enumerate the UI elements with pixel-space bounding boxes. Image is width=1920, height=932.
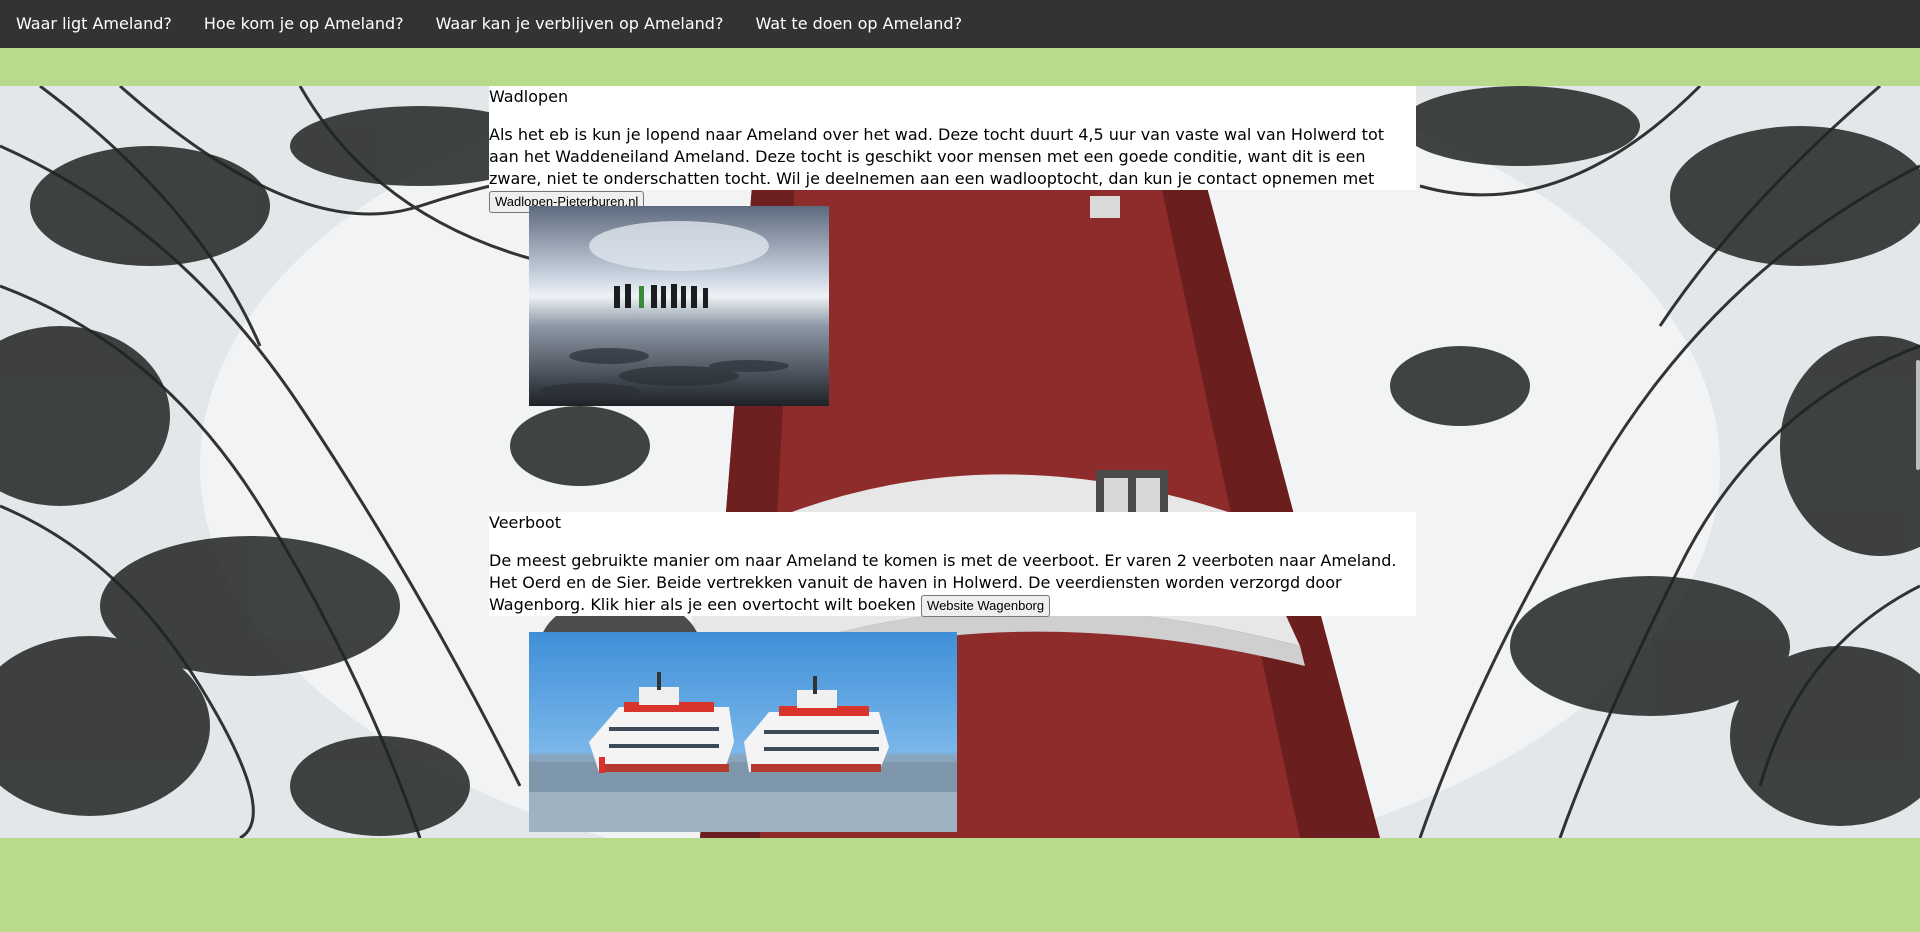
section-title: Veerboot: [489, 513, 561, 532]
section-title: Wadlopen: [489, 87, 569, 106]
nav-link-hoe-kom-je-op-ameland[interactable]: Hoe kom je op Ameland?: [188, 0, 420, 48]
nav-link-wat-te-doen[interactable]: Wat te doen op Ameland?: [739, 0, 978, 48]
website-wagenborg-button[interactable]: Website Wagenborg: [921, 595, 1051, 617]
section-text: De meest gebruikte manier om naar Amelan…: [489, 550, 1416, 617]
section-body-text: Als het eb is kun je lopend naar Ameland…: [489, 125, 1384, 188]
section-veerboot: Veerboot De meest gebruikte manier om na…: [489, 512, 1416, 617]
section-text: Als het eb is kun je lopend naar Ameland…: [489, 124, 1416, 213]
top-navigation: Waar ligt Ameland? Hoe kom je op Ameland…: [0, 0, 1920, 48]
wadlopen-photo: [529, 206, 829, 406]
scrollbar-thumb[interactable]: [1916, 360, 1920, 470]
nav-link-waar-ligt-ameland[interactable]: Waar ligt Ameland?: [0, 0, 188, 48]
veerboot-photo: [529, 632, 957, 832]
section-wadlopen: Wadlopen Als het eb is kun je lopend naa…: [489, 86, 1416, 213]
nav-link-waar-kan-je-verblijven[interactable]: Waar kan je verblijven op Ameland?: [420, 0, 740, 48]
